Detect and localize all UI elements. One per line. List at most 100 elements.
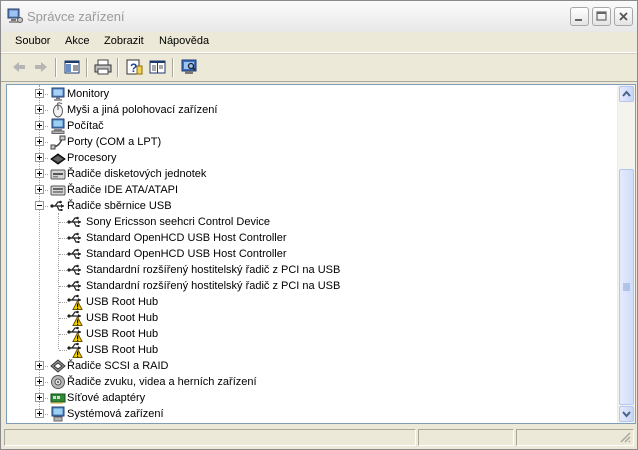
expand-icon[interactable]: [35, 393, 44, 402]
scroll-thumb[interactable]: [619, 169, 634, 405]
device-label: USB Root Hub: [86, 312, 159, 324]
resize-grip-icon[interactable]: [618, 430, 632, 444]
grip-icon: [623, 283, 630, 291]
help-icon[interactable]: ?: [124, 58, 144, 76]
scroll-up-button[interactable]: [619, 86, 634, 102]
menu-napoveda[interactable]: Nápověda: [159, 35, 209, 47]
tree-connector: [59, 270, 67, 271]
device-label: Standard OpenHCD USB Host Controller: [86, 248, 287, 260]
scsi-icon: [50, 358, 66, 374]
category-label: Řadiče IDE ATA/ATAPI: [67, 184, 179, 196]
usb-icon: [50, 198, 66, 214]
category-node[interactable]: Monitory: [7, 86, 607, 102]
device-item[interactable]: Standard OpenHCD USB Host Controller: [7, 230, 607, 246]
category-node[interactable]: Řadiče disketových jednotek: [7, 166, 607, 182]
minimize-button[interactable]: [570, 7, 589, 26]
toolbar-separator: [86, 58, 88, 77]
tree-connector: [59, 238, 67, 239]
device-item[interactable]: Standardní rozšířený hostitelský řadič z…: [7, 278, 607, 294]
print-icon[interactable]: [93, 58, 113, 76]
device-item[interactable]: USB Root Hub: [7, 294, 607, 310]
device-item[interactable]: USB Root Hub: [7, 310, 607, 326]
properties-icon[interactable]: [148, 58, 168, 76]
toolbar-separator: [55, 58, 57, 77]
expand-icon[interactable]: [35, 105, 44, 114]
category-node[interactable]: Procesory: [7, 150, 607, 166]
show-hide-tree-icon[interactable]: [62, 58, 82, 76]
category-label: Monitory: [67, 88, 110, 100]
menu-bar: Soubor Akce Zobrazit Nápověda: [1, 32, 637, 53]
menu-akce[interactable]: Akce: [65, 35, 89, 47]
expand-icon[interactable]: [35, 377, 44, 386]
device-manager-window: Správce zařízení Soubor Akce Zobrazit Ná…: [0, 0, 638, 450]
close-icon: [619, 12, 628, 21]
category-label: Myši a jiná polohovací zařízení: [67, 104, 218, 116]
category-node[interactable]: Řadiče zvuku, videa a herních zařízení: [7, 374, 607, 390]
collapse-icon[interactable]: [35, 201, 44, 210]
processor-icon: [50, 150, 66, 166]
usb-icon: [67, 262, 83, 278]
category-node[interactable]: Řadiče SCSI a RAID: [7, 358, 607, 374]
device-tree-panel: Monitory Myši a jiná polohovací zařízení P…: [6, 84, 636, 424]
port-icon: [50, 134, 66, 150]
expand-icon[interactable]: [35, 153, 44, 162]
status-panel-2: [418, 429, 514, 446]
maximize-icon: [596, 11, 607, 21]
expand-icon[interactable]: [35, 89, 44, 98]
scroll-down-button[interactable]: [619, 406, 634, 422]
close-button[interactable]: [614, 7, 633, 26]
device-item[interactable]: USB Root Hub: [7, 342, 607, 358]
tree-connector: [59, 350, 67, 351]
sound-icon: [50, 374, 66, 390]
category-node[interactable]: Myši a jiná polohovací zařízení: [7, 102, 607, 118]
forward-icon[interactable]: [31, 58, 51, 76]
usb-warning-icon: [67, 294, 83, 310]
device-label: USB Root Hub: [86, 296, 159, 308]
category-node[interactable]: Řadiče IDE ATA/ATAPI: [7, 182, 607, 198]
back-icon[interactable]: [9, 58, 29, 76]
scan-hardware-icon[interactable]: [179, 58, 199, 76]
expand-icon[interactable]: [35, 185, 44, 194]
device-item[interactable]: Standard OpenHCD USB Host Controller: [7, 246, 607, 262]
device-label: Standardní rozšířený hostitelský řadič z…: [86, 264, 341, 276]
category-node[interactable]: Počítač: [7, 118, 607, 134]
device-item[interactable]: USB Root Hub: [7, 326, 607, 342]
category-node[interactable]: Síťové adaptéry: [7, 390, 607, 406]
expand-icon[interactable]: [35, 169, 44, 178]
expand-icon[interactable]: [35, 361, 44, 370]
device-label: Standard OpenHCD USB Host Controller: [86, 232, 287, 244]
chevron-down-icon: [622, 411, 631, 418]
category-node[interactable]: Systémová zařízení: [7, 406, 607, 422]
category-label: Počítač: [67, 120, 104, 132]
device-label: USB Root Hub: [86, 328, 159, 340]
floppy-controller-icon: [50, 166, 66, 182]
device-item[interactable]: Sony Ericsson seehcri Control Device: [7, 214, 607, 230]
chevron-up-icon: [622, 90, 631, 97]
ide-controller-icon: [50, 182, 66, 198]
system-device-icon: [50, 406, 66, 422]
category-label: Řadiče SCSI a RAID: [67, 360, 169, 372]
menu-zobrazit[interactable]: Zobrazit: [104, 35, 144, 47]
network-adapter-icon: [50, 390, 66, 406]
menu-soubor[interactable]: Soubor: [15, 35, 50, 47]
category-node[interactable]: Porty (COM a LPT): [7, 134, 607, 150]
usb-icon: [67, 214, 83, 230]
category-label: Síťové adaptéry: [67, 392, 146, 404]
device-item[interactable]: Standardní rozšířený hostitelský řadič z…: [7, 262, 607, 278]
expand-icon[interactable]: [35, 409, 44, 418]
expand-icon[interactable]: [35, 137, 44, 146]
usb-warning-icon: [67, 310, 83, 326]
tree-connector: [59, 222, 67, 223]
tree-connector: [59, 318, 67, 319]
title-bar[interactable]: Správce zařízení: [1, 1, 637, 33]
tree-connector: [59, 334, 67, 335]
device-manager-app-icon: [7, 8, 23, 24]
maximize-button[interactable]: [592, 7, 611, 26]
tree-connector: [59, 286, 67, 287]
category-label: Porty (COM a LPT): [67, 136, 162, 148]
vertical-scrollbar[interactable]: [617, 85, 635, 423]
category-node[interactable]: Řadiče sběrnice USB: [7, 198, 607, 214]
tree-connector: [59, 302, 67, 303]
monitor-icon: [50, 86, 66, 102]
expand-icon[interactable]: [35, 121, 44, 130]
